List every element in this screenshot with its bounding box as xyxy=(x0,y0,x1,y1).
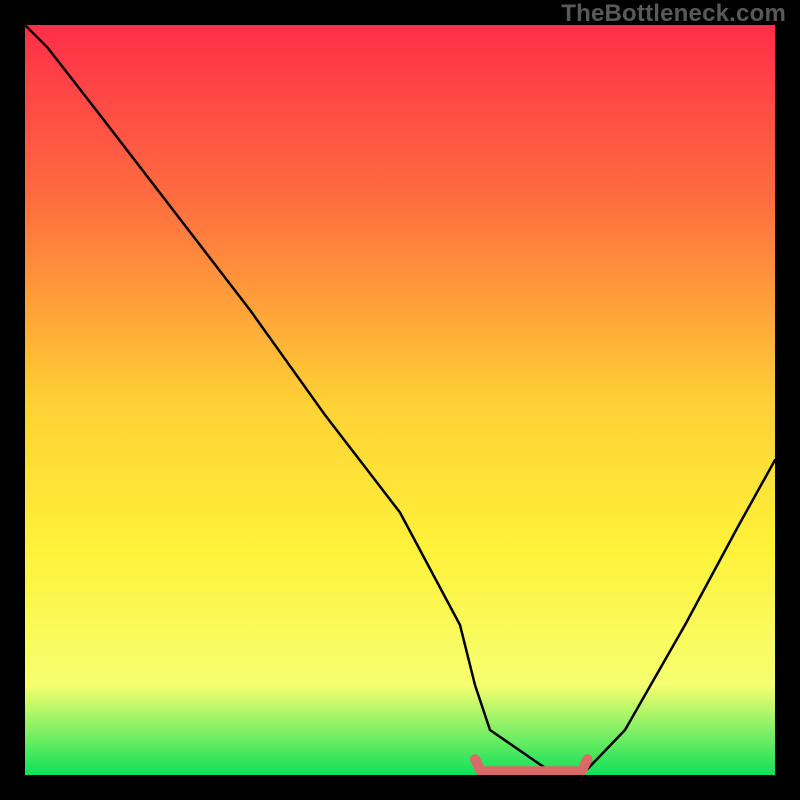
plot-area xyxy=(25,25,775,775)
chart-svg xyxy=(25,25,775,775)
outer-frame: TheBottleneck.com xyxy=(0,0,800,800)
watermark-text: TheBottleneck.com xyxy=(561,0,786,28)
